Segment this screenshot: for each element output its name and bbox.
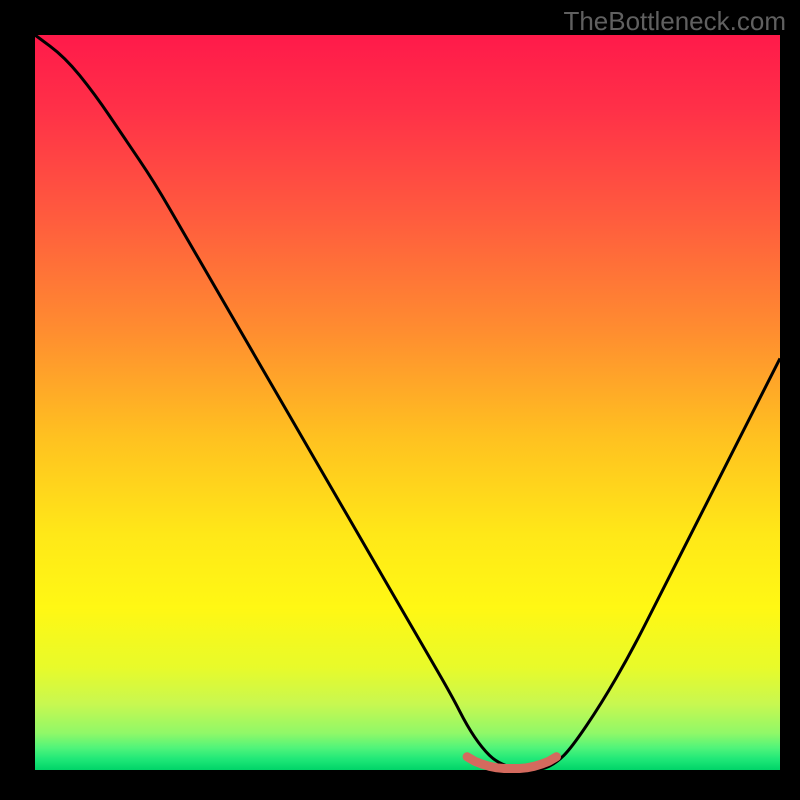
bottleneck-chart [0, 0, 800, 800]
watermark-text: TheBottleneck.com [563, 6, 786, 37]
plot-background [35, 35, 780, 770]
chart-container: TheBottleneck.com [0, 0, 800, 800]
